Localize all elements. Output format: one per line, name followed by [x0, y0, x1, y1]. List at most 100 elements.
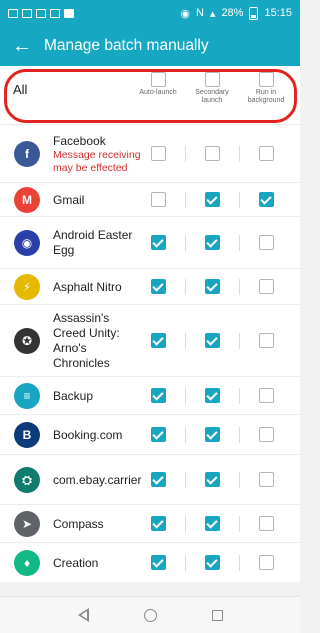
- backup-icon: ≡: [14, 383, 40, 409]
- secondary-checkbox[interactable]: [204, 516, 220, 531]
- secondary-checkbox[interactable]: [204, 427, 220, 442]
- background-cell: [239, 543, 293, 582]
- column-secondary-launch: Secondary launch: [185, 72, 239, 105]
- status-bar: ◉ N ▴ 28% 15:15: [0, 0, 300, 26]
- background-cell: [239, 505, 293, 542]
- app-row: ➤ Compass: [0, 504, 300, 542]
- background-checkbox[interactable]: [258, 388, 274, 403]
- auto-cell: [131, 217, 185, 268]
- android-robot-icon: ⛭: [14, 467, 40, 493]
- app-bar: ← Manage batch manually: [0, 26, 300, 66]
- auto-cell: [131, 505, 185, 542]
- app-name-text: Backup: [53, 388, 94, 403]
- arrow-left-icon[interactable]: ←: [0, 26, 44, 66]
- all-row: All Auto-launch Secondary launch Run in …: [0, 66, 300, 124]
- auto-checkbox[interactable]: [150, 427, 166, 442]
- nav-back-icon[interactable]: [77, 608, 89, 622]
- secondary-checkbox[interactable]: [204, 235, 220, 250]
- background-cell: [239, 217, 293, 268]
- app-name-text: Creation: [53, 555, 99, 570]
- auto-cell: [131, 125, 185, 182]
- auto-checkbox[interactable]: [150, 192, 166, 207]
- auto-checkbox[interactable]: [150, 388, 166, 403]
- background-checkbox[interactable]: [258, 555, 274, 570]
- app-name-text: Booking.com: [53, 427, 123, 442]
- all-auto-launch-checkbox[interactable]: [150, 72, 166, 87]
- auto-cell: [131, 455, 185, 504]
- secondary-cell: [185, 217, 239, 268]
- app-name: Creation: [53, 556, 143, 571]
- background-checkbox[interactable]: [258, 146, 274, 161]
- secondary-checkbox[interactable]: [204, 472, 220, 487]
- app-list: f Facebook Message receiving may be effect…: [0, 124, 300, 582]
- column-label: Auto-launch: [139, 89, 177, 96]
- battery-text: 28%: [221, 7, 244, 19]
- auto-checkbox[interactable]: [150, 279, 166, 294]
- app-name-text: Facebook: [53, 133, 106, 148]
- app-row: ⛭ com.ebay.carrier: [0, 454, 300, 504]
- nav-recents-icon[interactable]: [211, 609, 223, 621]
- secondary-cell: [185, 377, 239, 414]
- secondary-checkbox[interactable]: [204, 146, 220, 161]
- background-checkbox[interactable]: [258, 279, 274, 294]
- secondary-checkbox[interactable]: [204, 192, 220, 207]
- secondary-cell: [185, 505, 239, 542]
- background-checkbox[interactable]: [258, 235, 274, 250]
- background-cell: [239, 269, 293, 304]
- background-checkbox[interactable]: [258, 427, 274, 442]
- wifi-icon: [22, 8, 32, 18]
- auto-cell: [131, 269, 185, 304]
- background-cell: [239, 183, 293, 216]
- secondary-checkbox[interactable]: [204, 333, 220, 348]
- auto-checkbox[interactable]: [150, 516, 166, 531]
- app-name: Android Easter Egg: [53, 228, 143, 258]
- auto-checkbox[interactable]: [150, 333, 166, 348]
- column-auto-launch: Auto-launch: [131, 72, 185, 97]
- clock: 15:15: [264, 7, 292, 19]
- app-row: ≡ Backup: [0, 376, 300, 414]
- booking-icon: B: [14, 422, 40, 448]
- all-secondary-launch-checkbox[interactable]: [204, 72, 220, 87]
- background-checkbox[interactable]: [258, 333, 274, 348]
- app-row: M Gmail: [0, 182, 300, 216]
- app-name: Booking.com: [53, 428, 143, 443]
- auto-checkbox[interactable]: [150, 472, 166, 487]
- background-checkbox[interactable]: [258, 472, 274, 487]
- nav-home-icon[interactable]: [143, 608, 157, 622]
- android-easter-egg-icon: ◉: [14, 230, 40, 256]
- background-checkbox[interactable]: [258, 516, 274, 531]
- eye-comfort-icon: ◉: [180, 7, 190, 20]
- battery-icon: [249, 6, 259, 20]
- auto-cell: [131, 183, 185, 216]
- auto-checkbox[interactable]: [150, 146, 166, 161]
- auto-checkbox[interactable]: [150, 235, 166, 250]
- app-name: Facebook Message receiving may be effecte…: [53, 134, 143, 175]
- app-row: ◉ Android Easter Egg: [0, 216, 300, 268]
- auto-checkbox[interactable]: [150, 555, 166, 570]
- background-cell: [239, 455, 293, 504]
- notification-icon: [36, 8, 46, 18]
- secondary-checkbox[interactable]: [204, 279, 220, 294]
- all-label: All: [13, 82, 28, 97]
- creation-icon: ♦: [14, 550, 40, 576]
- facebook-icon: f: [14, 141, 40, 167]
- asphalt-nitro-icon: ⚡: [14, 274, 40, 300]
- secondary-cell: [185, 543, 239, 582]
- background-cell: [239, 415, 293, 454]
- secondary-checkbox[interactable]: [204, 388, 220, 403]
- app-name-text: Compass: [53, 516, 104, 531]
- signal-icon: ▴: [209, 7, 216, 20]
- background-cell: [239, 125, 293, 182]
- app-name: Backup: [53, 389, 143, 404]
- background-checkbox[interactable]: [258, 192, 274, 207]
- app-row: f Facebook Message receiving may be effect…: [0, 124, 300, 182]
- background-cell: [239, 377, 293, 414]
- secondary-cell: [185, 305, 239, 376]
- assassins-creed-icon: ✪: [14, 328, 40, 354]
- all-run-in-background-checkbox[interactable]: [258, 72, 274, 87]
- facebook-notification-icon: [64, 8, 74, 18]
- secondary-cell: [185, 455, 239, 504]
- secondary-cell: [185, 415, 239, 454]
- warning-text: Message receiving may be effected: [53, 148, 141, 174]
- secondary-checkbox[interactable]: [204, 555, 220, 570]
